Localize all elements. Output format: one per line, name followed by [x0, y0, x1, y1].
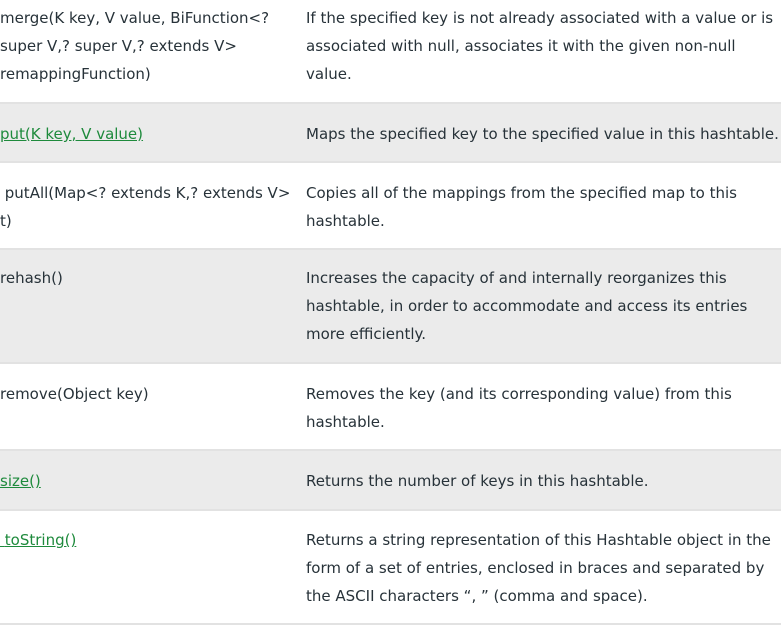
table-row: remove(Object key) Removes the key (and … [0, 363, 781, 451]
table-row: putAll(Map<? extends K,? extends V> t) C… [0, 162, 781, 250]
method-cell: putAll(Map<? extends K,? extends V> t) [0, 162, 306, 250]
method-description: If the specified key is not already asso… [306, 9, 774, 83]
method-link-put[interactable]: put(K key, V value) [0, 125, 143, 143]
method-description: Copies all of the mappings from the spec… [306, 184, 737, 230]
method-link-size[interactable]: size() [0, 472, 41, 490]
method-description: Returns the number of keys in this hasht… [306, 472, 649, 490]
method-cell: size() [0, 450, 306, 511]
description-cell: Removes the key (and its corresponding v… [306, 363, 781, 451]
method-signature: merge(K key, V value, BiFunction<? super… [0, 9, 270, 83]
method-description: Returns a string representation of this … [306, 531, 771, 605]
description-cell: Copies all of the mappings from the spec… [306, 162, 781, 250]
method-signature: remove(Object key) [0, 385, 149, 403]
method-cell: merge(K key, V value, BiFunction<? super… [0, 0, 306, 104]
method-cell: toString() [0, 510, 306, 625]
description-cell: Returns a string representation of this … [306, 510, 781, 625]
description-cell: If the specified key is not already asso… [306, 0, 781, 104]
method-description: Increases the capacity of and internally… [306, 269, 748, 343]
table-row: put(K key, V value) Maps the specified k… [0, 103, 781, 163]
table-row: rehash() Increases the capacity of and i… [0, 249, 781, 364]
method-cell: remove(Object key) [0, 363, 306, 451]
method-signature: putAll(Map<? extends K,? extends V> t) [0, 184, 296, 230]
method-signature: rehash() [0, 269, 63, 287]
description-cell: Returns the number of keys in this hasht… [306, 450, 781, 511]
description-cell: Maps the specified key to the specified … [306, 103, 781, 163]
table-row: size() Returns the number of keys in thi… [0, 450, 781, 511]
table-row: toString() Returns a string representati… [0, 510, 781, 625]
method-cell: put(K key, V value) [0, 103, 306, 163]
method-link-tostring[interactable]: toString() [0, 531, 77, 549]
method-cell: rehash() [0, 249, 306, 364]
method-description: Removes the key (and its corresponding v… [306, 385, 732, 431]
table-row: merge(K key, V value, BiFunction<? super… [0, 0, 781, 104]
description-cell: Increases the capacity of and internally… [306, 249, 781, 364]
methods-table: merge(K key, V value, BiFunction<? super… [0, 0, 781, 625]
method-description: Maps the specified key to the specified … [306, 125, 779, 143]
